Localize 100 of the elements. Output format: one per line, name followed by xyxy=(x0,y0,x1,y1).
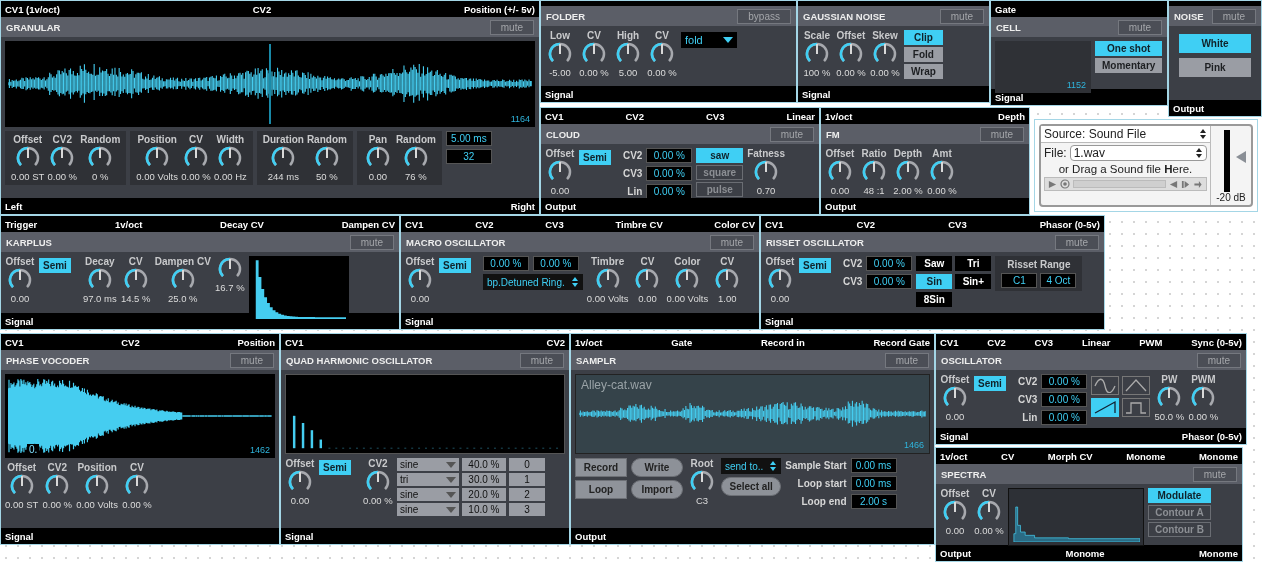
push-button[interactable]: Select all xyxy=(721,477,782,496)
source-dropdown[interactable]: Source: Sound File xyxy=(1041,126,1210,143)
wave-select[interactable]: tri xyxy=(396,473,459,486)
mode-button[interactable]: Saw xyxy=(916,256,953,271)
mode-button[interactable]: Tri xyxy=(955,256,992,271)
number-field[interactable]: 0.00 % xyxy=(532,256,579,271)
index-field[interactable]: 2 xyxy=(508,488,545,501)
index-field[interactable]: 3 xyxy=(508,503,545,516)
inlet-label: CV1 xyxy=(765,218,784,230)
push-button[interactable]: Record xyxy=(575,458,627,477)
mode-button[interactable]: Sin+ xyxy=(955,274,992,289)
forward-arrow-icon[interactable] xyxy=(1193,179,1203,189)
inlet-label: CV2 xyxy=(121,336,140,348)
mute-button[interactable]: mute xyxy=(884,352,929,368)
number-field[interactable]: 0.00 % xyxy=(646,166,693,181)
inlet-label: CV1 xyxy=(5,336,24,348)
number-field[interactable]: 0.00 % xyxy=(646,148,693,163)
file-dropdown[interactable]: 1.wav xyxy=(1069,145,1207,161)
number-field[interactable]: 0.00 ms xyxy=(850,458,897,473)
dropdown[interactable]: bp.Detuned Ring. xyxy=(482,274,583,290)
field-label: CV2 xyxy=(1017,376,1038,387)
number-field[interactable]: 0.00 % xyxy=(866,256,913,271)
mode-button[interactable]: White xyxy=(1179,34,1251,53)
mute-button[interactable]: mute xyxy=(979,126,1024,142)
number-field[interactable]: 0.00 % xyxy=(866,274,913,289)
index-field[interactable]: 1 xyxy=(508,473,545,486)
knob-label: Low xyxy=(550,30,570,41)
record-icon[interactable] xyxy=(1060,179,1070,189)
waveform-button[interactable] xyxy=(1122,376,1151,395)
index-field[interactable]: 0 xyxy=(508,458,545,471)
knob-label: Offset xyxy=(7,462,37,473)
semitone-toggle[interactable]: Semi xyxy=(39,258,71,273)
number-field[interactable]: 32 xyxy=(445,149,492,164)
knob-value: 0.00 xyxy=(945,411,965,422)
mute-button[interactable]: mute xyxy=(519,352,564,368)
amount-field[interactable]: 30.0 % xyxy=(461,473,506,486)
semitone-toggle[interactable]: Semi xyxy=(579,150,611,165)
semitone-toggle[interactable]: Semi xyxy=(974,376,1006,391)
mode-button[interactable]: Clip xyxy=(904,30,943,45)
number-field[interactable]: 0.00 ms xyxy=(850,476,897,491)
dropdown[interactable]: send to.. xyxy=(721,458,782,474)
amount-field[interactable]: 10.0 % xyxy=(461,503,506,516)
mute-button[interactable]: mute xyxy=(1117,19,1162,35)
waveform-button[interactable] xyxy=(1091,398,1120,417)
wave-select[interactable]: sine xyxy=(396,488,459,501)
mute-button[interactable]: mute xyxy=(1196,352,1241,368)
mode-button[interactable]: Fold xyxy=(904,47,943,62)
semitone-toggle[interactable]: Semi xyxy=(799,258,831,273)
mute-button[interactable]: mute xyxy=(1192,466,1237,482)
waveform-button[interactable] xyxy=(1122,398,1151,417)
mute-button[interactable]: mute xyxy=(349,234,394,250)
inlet-label: Trigger xyxy=(5,218,38,230)
play-icon[interactable] xyxy=(1048,179,1057,189)
semitone-toggle[interactable]: Semi xyxy=(439,258,471,273)
mute-button[interactable]: mute xyxy=(769,126,814,142)
wave-select[interactable]: sine xyxy=(396,458,459,471)
waveform-button[interactable] xyxy=(1091,376,1120,395)
mode-button[interactable]: Modulate xyxy=(1148,488,1211,503)
number-field[interactable]: 4 Oct xyxy=(1040,273,1077,288)
number-field[interactable]: 0.00 % xyxy=(1041,392,1088,407)
mute-button[interactable]: mute xyxy=(229,352,274,368)
push-button[interactable]: Import xyxy=(631,480,683,499)
knob-value: 25.0 % xyxy=(167,293,198,304)
scrub-track[interactable] xyxy=(1073,180,1166,188)
dropdown[interactable]: fold xyxy=(681,32,737,48)
mute-button[interactable]: mute xyxy=(709,234,754,250)
mode-button[interactable]: One shot xyxy=(1095,41,1163,56)
amount-field[interactable]: 40.0 % xyxy=(461,458,506,471)
push-button[interactable]: Loop xyxy=(575,480,627,499)
mute-button[interactable]: mute xyxy=(939,8,984,24)
number-field[interactable]: C1 xyxy=(1001,273,1038,288)
bypass-button[interactable]: bypass xyxy=(737,8,791,24)
mode-button[interactable]: saw xyxy=(696,148,744,163)
number-field[interactable]: 0.00 % xyxy=(1041,410,1088,425)
number-field[interactable]: 2.00 s xyxy=(850,494,897,509)
rewind-icon[interactable] xyxy=(1169,179,1178,189)
knob-label: Offset xyxy=(836,30,866,41)
outlet-label: Output xyxy=(825,200,857,212)
inlet-label: Dampen CV xyxy=(341,218,395,230)
knob-value: 0.00 % xyxy=(181,171,211,182)
number-field[interactable]: 0.00 % xyxy=(1041,374,1088,389)
number-field[interactable]: 0.00 % xyxy=(482,256,529,271)
wave-select[interactable]: sine xyxy=(396,503,459,516)
mode-button[interactable]: Pink xyxy=(1179,58,1251,77)
mode-button[interactable]: Momentary xyxy=(1095,58,1163,73)
semitone-toggle[interactable]: Semi xyxy=(319,460,351,475)
step-icon[interactable] xyxy=(1181,179,1190,189)
knob-value: 48 :1 xyxy=(863,185,885,196)
mode-button[interactable]: 8Sin xyxy=(916,292,953,307)
number-field[interactable]: 5.00 ms xyxy=(445,131,492,146)
gain-slider-thumb[interactable] xyxy=(1236,151,1246,164)
amount-field[interactable]: 20.0 % xyxy=(461,488,506,501)
mute-button[interactable]: mute xyxy=(1054,234,1099,250)
inlet-label: 1v/oct xyxy=(940,450,968,462)
push-button[interactable]: Write xyxy=(631,458,683,477)
mode-button[interactable]: Sin xyxy=(916,274,953,289)
mute-button[interactable]: mute xyxy=(1211,8,1256,24)
mode-button[interactable]: Wrap xyxy=(904,64,943,79)
mute-button[interactable]: mute xyxy=(489,19,534,35)
knob-value: 100 % xyxy=(803,67,831,78)
